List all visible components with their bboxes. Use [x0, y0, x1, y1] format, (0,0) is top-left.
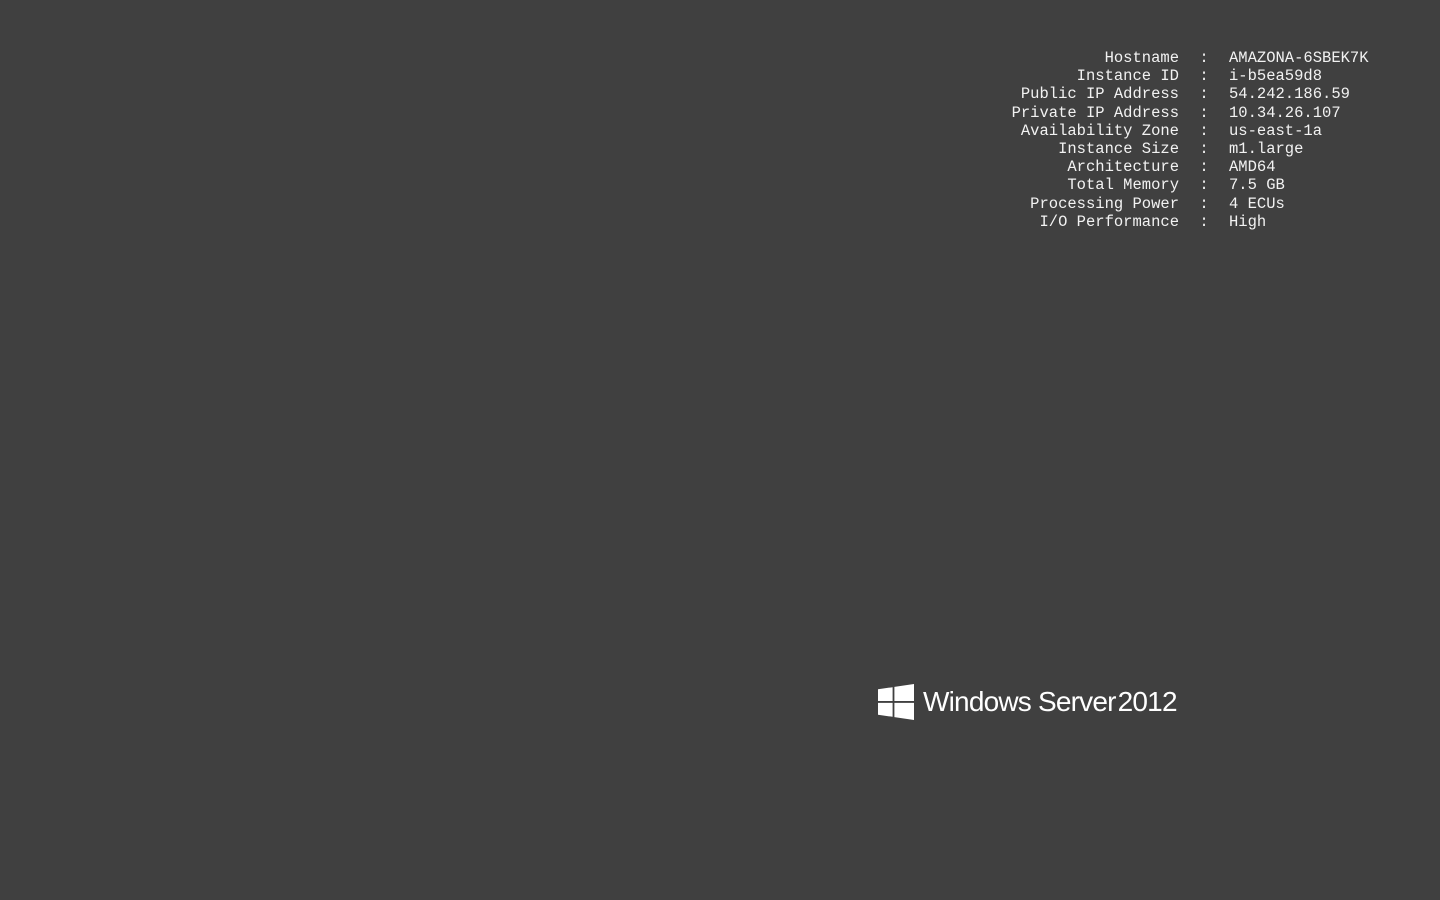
product-name-text: Windows Server — [923, 686, 1116, 717]
info-value: 54.242.186.59 — [1229, 85, 1350, 104]
info-separator: : — [1199, 176, 1209, 195]
info-row-public-ip: Public IP Address : 54.242.186.59 — [980, 85, 1400, 103]
info-separator: : — [1199, 103, 1209, 122]
info-separator: : — [1199, 85, 1209, 104]
windows-server-logo: Windows Server2012 — [878, 684, 1178, 720]
windows-logo-icon — [878, 684, 914, 720]
info-separator: : — [1199, 67, 1209, 86]
info-label: Availability Zone — [1020, 121, 1179, 140]
info-value: AMD64 — [1229, 158, 1276, 177]
info-row-io-performance: I/O Performance : High — [980, 213, 1400, 231]
info-label: Private IP Address — [1011, 103, 1179, 122]
info-row-private-ip: Private IP Address : 10.34.26.107 — [980, 104, 1400, 122]
info-row-processing-power: Processing Power : 4 ECUs — [980, 195, 1400, 213]
info-separator: : — [1199, 121, 1209, 140]
desktop-background: Hostname : AMAZONA-6SBEK7K Instance ID :… — [0, 0, 1440, 900]
info-row-instance-size: Instance Size : m1.large — [980, 140, 1400, 158]
info-separator: : — [1199, 194, 1209, 213]
system-info-panel: Hostname : AMAZONA-6SBEK7K Instance ID :… — [980, 49, 1400, 231]
info-separator: : — [1199, 139, 1209, 158]
info-separator: : — [1199, 158, 1209, 177]
info-label: I/O Performance — [1039, 212, 1179, 231]
info-label: Processing Power — [1030, 194, 1179, 213]
info-row-total-memory: Total Memory : 7.5 GB — [980, 176, 1400, 194]
info-separator: : — [1199, 49, 1209, 67]
info-value: 10.34.26.107 — [1229, 103, 1341, 122]
info-value: us-east-1a — [1229, 121, 1323, 140]
info-label: Instance Size — [1058, 139, 1179, 158]
info-label: Total Memory — [1067, 176, 1179, 195]
info-value: High — [1229, 212, 1267, 231]
product-version: 2012 — [1117, 686, 1178, 717]
info-row-instance-id: Instance ID : i-b5ea59d8 — [980, 67, 1400, 85]
info-value: 7.5 GB — [1229, 176, 1285, 195]
info-row-availability-zone: Availability Zone : us-east-1a — [980, 122, 1400, 140]
info-label: Hostname — [1104, 49, 1179, 67]
product-name: Windows Server2012 — [923, 686, 1178, 718]
info-separator: : — [1199, 212, 1209, 231]
info-value: m1.large — [1229, 139, 1304, 158]
info-row-hostname: Hostname : AMAZONA-6SBEK7K — [980, 49, 1400, 67]
info-label: Public IP Address — [1020, 85, 1179, 104]
info-label: Instance ID — [1076, 67, 1179, 86]
info-value: i-b5ea59d8 — [1229, 67, 1323, 86]
info-value: AMAZONA-6SBEK7K — [1229, 49, 1369, 67]
info-value: 4 ECUs — [1229, 194, 1285, 213]
info-row-architecture: Architecture : AMD64 — [980, 158, 1400, 176]
info-label: Architecture — [1067, 158, 1179, 177]
